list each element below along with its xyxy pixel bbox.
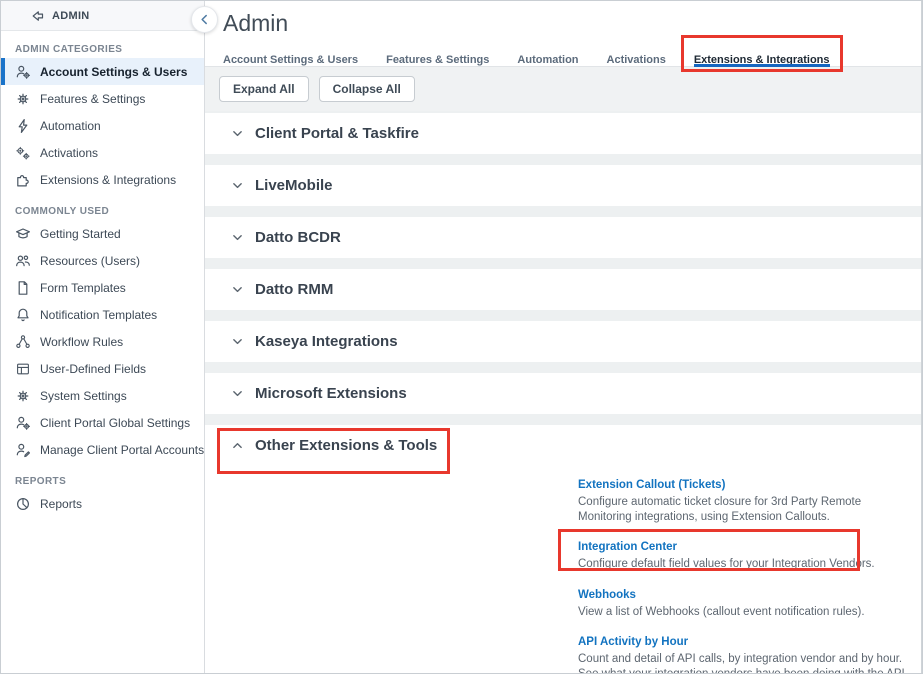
puzzle-icon — [15, 172, 31, 188]
sidebar-item-automation[interactable]: Automation — [1, 112, 204, 139]
collapse-all-button[interactable]: Collapse All — [319, 76, 415, 102]
sidebar-item-user-defined-fields[interactable]: User-Defined Fields — [1, 355, 204, 382]
chevron-down-icon — [231, 283, 244, 296]
person-gear-icon — [15, 415, 31, 431]
sidebar-item-manage-client-portal-accounts[interactable]: Manage Client Portal Accounts — [1, 436, 204, 463]
accordion-livemobile[interactable]: LiveMobile — [205, 165, 921, 206]
integration-center-link[interactable]: Integration Center — [578, 541, 677, 553]
accordion-client-portal-taskfire[interactable]: Client Portal & Taskfire — [205, 113, 921, 154]
gear-icon — [15, 388, 31, 404]
person-gear-icon — [15, 64, 31, 80]
bell-icon — [15, 307, 31, 323]
sidebar-item-system-settings[interactable]: System Settings — [1, 382, 204, 409]
tab-extensions-integrations[interactable]: Extensions & Integrations — [694, 43, 830, 66]
sidebar-item-account-settings-users[interactable]: Account Settings & Users — [1, 58, 204, 85]
accordion-datto-rmm[interactable]: Datto RMM — [205, 269, 921, 310]
page-title: Admin — [223, 10, 921, 37]
document-icon — [15, 280, 31, 296]
accordion-kaseya-integrations[interactable]: Kaseya Integrations — [205, 321, 921, 362]
main-content: Admin Account Settings & Users Features … — [205, 1, 922, 673]
accordion-toolbar: Expand All Collapse All — [205, 67, 921, 111]
tab-bar: Account Settings & Users Features & Sett… — [205, 43, 921, 67]
sidebar-section-reports: REPORTS — [15, 476, 204, 487]
link-description: Configure automatic ticket closure for 3… — [578, 495, 913, 524]
lightning-icon — [15, 118, 31, 134]
graduation-cap-icon — [15, 226, 31, 242]
sidebar-header-admin[interactable]: ADMIN — [1, 1, 204, 31]
accordion-other-extensions-tools-section: Other Extensions & Tools Extension Callo… — [205, 425, 921, 674]
sidebar-item-client-portal-global-settings[interactable]: Client Portal Global Settings — [1, 409, 204, 436]
sidebar-item-workflow-rules[interactable]: Workflow Rules — [1, 328, 204, 355]
link-description: View a list of Webhooks (callout event n… — [578, 605, 913, 620]
sidebar-item-extensions-integrations[interactable]: Extensions & Integrations — [1, 166, 204, 193]
link-description: Configure default field values for your … — [578, 557, 913, 572]
back-arrow-icon — [29, 8, 45, 24]
link-description: Count and detail of API calls, by integr… — [578, 652, 913, 674]
gears-icon — [15, 145, 31, 161]
webhooks-link[interactable]: Webhooks — [578, 589, 636, 601]
tab-features-settings[interactable]: Features & Settings — [386, 43, 489, 66]
sidebar-collapse-button[interactable] — [191, 6, 218, 33]
chevron-down-icon — [231, 127, 244, 140]
sidebar-item-form-templates[interactable]: Form Templates — [1, 274, 204, 301]
chevron-up-icon — [231, 439, 244, 452]
accordion-datto-bcdr[interactable]: Datto BCDR — [205, 217, 921, 258]
chevron-down-icon — [231, 179, 244, 192]
sidebar-item-getting-started[interactable]: Getting Started — [1, 220, 204, 247]
accordion-list: Client Portal & Taskfire LiveMobile Datt… — [205, 111, 921, 674]
sidebar-item-resources-users[interactable]: Resources (Users) — [1, 247, 204, 274]
person-edit-icon — [15, 442, 31, 458]
tab-automation[interactable]: Automation — [517, 43, 578, 66]
sidebar-section-admin-categories: ADMIN CATEGORIES — [15, 44, 204, 55]
app-window: ADMIN ADMIN CATEGORIES Account Settings … — [0, 0, 923, 674]
workflow-icon — [15, 334, 31, 350]
extension-callout-tickets-link[interactable]: Extension Callout (Tickets) — [578, 479, 725, 491]
chevron-down-icon — [231, 387, 244, 400]
chevron-left-icon — [197, 12, 212, 27]
sidebar-item-features-settings[interactable]: Features & Settings — [1, 85, 204, 112]
sidebar-item-reports[interactable]: Reports — [1, 490, 204, 517]
link-block-api-activity: API Activity by Hour Count and detail of… — [578, 632, 913, 674]
api-activity-by-hour-link[interactable]: API Activity by Hour — [578, 636, 688, 648]
sidebar: ADMIN ADMIN CATEGORIES Account Settings … — [1, 1, 205, 673]
link-block-webhooks: Webhooks View a list of Webhooks (callou… — [578, 585, 913, 620]
sidebar-header-label: ADMIN — [52, 10, 90, 22]
link-block-integration-center: Integration Center Configure default fie… — [578, 537, 913, 572]
sidebar-item-activations[interactable]: Activations — [1, 139, 204, 166]
pie-chart-icon — [15, 496, 31, 512]
chevron-down-icon — [231, 335, 244, 348]
accordion-microsoft-extensions[interactable]: Microsoft Extensions — [205, 373, 921, 414]
table-icon — [15, 361, 31, 377]
accordion-other-extensions-tools[interactable]: Other Extensions & Tools — [205, 425, 921, 466]
sidebar-item-notification-templates[interactable]: Notification Templates — [1, 301, 204, 328]
expand-all-button[interactable]: Expand All — [219, 76, 309, 102]
tab-account-settings-users[interactable]: Account Settings & Users — [223, 43, 358, 66]
gear-icon — [15, 91, 31, 107]
chevron-down-icon — [231, 231, 244, 244]
people-icon — [15, 253, 31, 269]
sidebar-section-commonly-used: COMMONLY USED — [15, 206, 204, 217]
tab-activations[interactable]: Activations — [607, 43, 666, 66]
other-extensions-links: Extension Callout (Tickets) Configure au… — [578, 475, 913, 674]
link-block-extension-callout: Extension Callout (Tickets) Configure au… — [578, 475, 913, 524]
